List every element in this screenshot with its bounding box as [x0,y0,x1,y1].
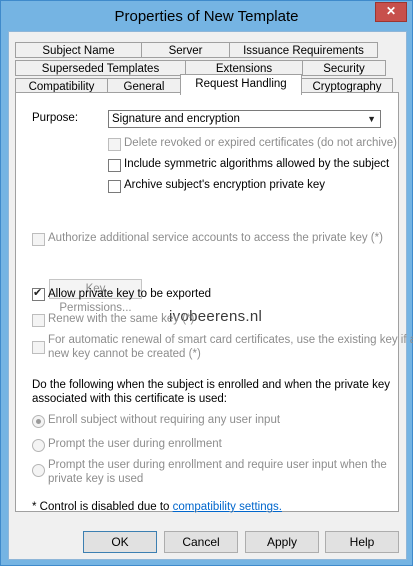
archive-key-checkbox[interactable] [108,180,121,193]
cancel-button[interactable]: Cancel [164,531,238,553]
tab-subject-name[interactable]: Subject Name [15,42,142,58]
allow-export-checkbox[interactable] [32,286,45,301]
enroll-without-input-label: Enroll subject without requiring any use… [48,414,281,426]
footnote-text: * Control is disabled due to [32,501,173,513]
tab-security[interactable]: Security [302,60,386,76]
authorize-accounts-checkbox[interactable] [32,233,45,246]
prompt-and-require-input-line1: Prompt the user during enrollment and re… [48,459,387,471]
enroll-without-input-radio[interactable] [32,415,45,428]
tab-issuance-requirements[interactable]: Issuance Requirements [229,42,378,58]
symmetric-algorithms-checkbox[interactable] [108,159,121,172]
authorize-accounts-label: Authorize additional service accounts to… [48,232,383,244]
symmetric-algorithms-label: Include symmetric algorithms allowed by … [124,158,390,170]
tab-server[interactable]: Server [141,42,230,58]
window-title: Properties of New Template [114,8,299,25]
enroll-question-line2: associated with this certificate is used… [32,393,227,405]
prompt-during-enrollment-label: Prompt the user during enrollment [48,438,222,450]
dialog-client-area: Subject Name Server Issuance Requirement… [8,31,413,560]
apply-button[interactable]: Apply [245,531,319,553]
smart-card-renewal-label-line1: For automatic renewal of smart card cert… [48,334,413,346]
prompt-during-enrollment-radio[interactable] [32,439,45,452]
enroll-question-line1: Do the following when the subject is enr… [32,379,390,391]
chevron-down-icon: ▼ [367,114,376,124]
ok-button[interactable]: OK [83,531,157,553]
prompt-and-require-input-radio[interactable] [32,464,45,477]
help-button[interactable]: Help [325,531,399,553]
purpose-dropdown[interactable]: Signature and encryption ▼ [108,110,381,128]
smart-card-renewal-label-line2: new key cannot be created (*) [48,348,201,360]
renew-same-key-checkbox[interactable] [32,314,45,327]
purpose-value: Signature and encryption [112,113,240,125]
renew-same-key-label: Renew with the same key (*) [48,313,195,325]
properties-dialog: Properties of New Template ✕ Subject Nam… [0,0,413,566]
close-button[interactable]: ✕ [375,2,407,22]
tab-superseded-templates[interactable]: Superseded Templates [15,60,186,76]
request-handling-panel: Purpose: Signature and encryption ▼ Dele… [15,92,413,513]
delete-revoked-label: Delete revoked or expired certificates (… [124,137,397,149]
smart-card-renewal-checkbox[interactable] [32,341,45,354]
allow-export-label: Allow private key to be exported [48,288,212,300]
purpose-label: Purpose: [32,112,79,124]
delete-revoked-checkbox[interactable] [108,138,121,151]
archive-key-label: Archive subject's encryption private key [124,179,325,191]
prompt-and-require-input-line2: private key is used [48,473,144,485]
footnote: * Control is disabled due to compatibili… [32,501,282,513]
tab-request-handling[interactable]: Request Handling [180,74,302,95]
compatibility-settings-link[interactable]: compatibility settings. [173,501,282,513]
title-bar[interactable]: Properties of New Template ✕ [1,1,412,31]
